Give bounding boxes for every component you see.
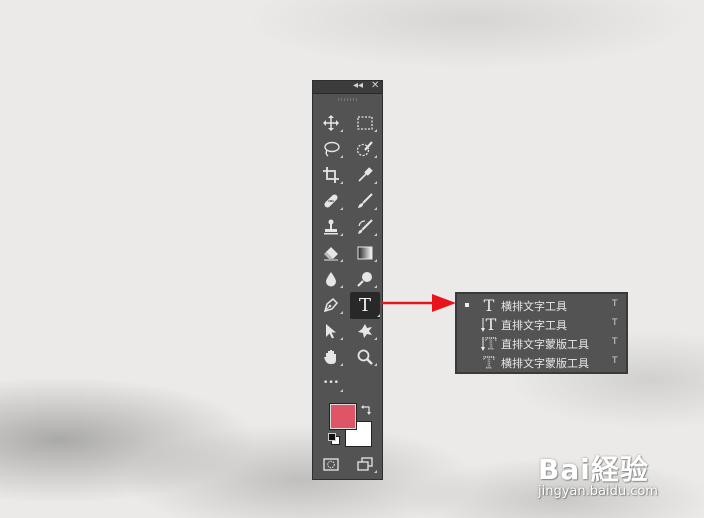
rect-marquee-icon [357, 116, 373, 130]
svg-text:T: T [486, 315, 497, 334]
swap-colors-icon[interactable] [360, 401, 372, 415]
zoom-tool[interactable] [353, 346, 377, 368]
screen-mode-tool[interactable] [353, 453, 377, 475]
eyedropper-icon [358, 167, 373, 182]
pen-tool[interactable] [319, 294, 343, 316]
selected-bullet [465, 303, 469, 307]
gradient-icon [357, 246, 373, 260]
svg-text:T: T [484, 296, 495, 315]
quick-mask-tool[interactable] [319, 453, 343, 475]
menu-item-shortcut: T [612, 337, 618, 347]
healing-tool[interactable] [319, 190, 343, 212]
dodge-icon [357, 272, 372, 287]
menu-item-label: 横排文字工具 [501, 300, 567, 313]
ellipsis-icon: ••• [323, 378, 339, 388]
menu-item-shortcut: T [612, 318, 618, 328]
bandage-icon [324, 194, 338, 208]
arrow-cursor-icon [326, 324, 336, 339]
history-brush-icon [358, 219, 373, 234]
menu-item-label: 横排文字蒙版工具 [501, 357, 589, 370]
panel-header[interactable]: ◂◂ ✕ [313, 80, 382, 94]
custom-shape-icon [358, 324, 372, 338]
baidu-jingyan-logo: Bai経验 [538, 453, 649, 486]
blur-tool[interactable] [319, 268, 343, 290]
menu-item-vertical-type[interactable]: T 直排文字工具 T [457, 315, 626, 334]
annotation-arrow [382, 294, 456, 312]
close-icon[interactable]: ✕ [371, 80, 379, 92]
svg-text:T: T [486, 334, 497, 353]
hand-icon [324, 350, 336, 364]
lasso-icon [324, 141, 340, 157]
screen-mode-icon [357, 457, 373, 471]
lasso-tool[interactable] [319, 138, 343, 160]
menu-item-horizontal-type[interactable]: T 横排文字工具 T [457, 296, 626, 315]
watermark-url: jingyan.baidu.com [538, 484, 658, 499]
menu-item-label: 直排文字蒙版工具 [501, 338, 589, 351]
panel-grip[interactable] [338, 98, 358, 101]
foreground-color-swatch[interactable] [329, 403, 357, 430]
type-icon: T [358, 294, 371, 316]
menu-item-vertical-type-mask[interactable]: T 直排文字蒙版工具 T [457, 334, 626, 353]
eraser-tool[interactable] [319, 242, 343, 264]
quick-select-icon [356, 141, 373, 157]
pen-icon [323, 297, 339, 313]
magnifier-icon [357, 349, 373, 365]
move-tool[interactable] [319, 112, 343, 134]
type-tool[interactable]: T [350, 292, 380, 319]
hand-tool[interactable] [319, 346, 343, 368]
menu-item-shortcut: T [612, 356, 618, 366]
gradient-tool[interactable] [353, 242, 377, 264]
type-tool-flyout-menu: T 横排文字工具 T T 直排文字工具 T T 直排文字蒙版工具 T T 横排文… [455, 292, 628, 374]
default-colors-icon[interactable] [328, 433, 340, 445]
quick-select-tool[interactable] [353, 138, 377, 160]
path-select-tool[interactable] [319, 320, 343, 342]
marquee-tool[interactable] [353, 112, 377, 134]
collapse-icon[interactable]: ◂◂ [353, 80, 363, 92]
horizontal-type-mask-icon: T [483, 353, 495, 372]
menu-item-horizontal-type-mask[interactable]: T 横排文字蒙版工具 T [457, 353, 626, 372]
eraser-icon [324, 247, 338, 261]
menu-item-shortcut: T [612, 299, 618, 309]
history-brush-tool[interactable] [353, 216, 377, 238]
tools-panel: ◂◂ ✕ T ••• [312, 80, 383, 480]
brush-icon [358, 193, 373, 208]
quick-mask-icon [323, 458, 339, 471]
stamp-tool[interactable] [319, 216, 343, 238]
more-tools[interactable]: ••• [319, 372, 343, 394]
svg-text:T: T [484, 353, 495, 372]
crop-tool[interactable] [319, 164, 343, 186]
move-icon [323, 115, 339, 131]
vertical-type-icon: T [481, 315, 497, 334]
shape-tool[interactable] [353, 320, 377, 342]
eyedropper-tool[interactable] [353, 164, 377, 186]
dodge-tool[interactable] [353, 268, 377, 290]
stamp-icon [324, 219, 338, 235]
horizontal-type-icon: T [484, 296, 495, 315]
brush-tool[interactable] [353, 190, 377, 212]
menu-item-label: 直排文字工具 [501, 319, 567, 332]
crop-icon [323, 167, 339, 183]
vertical-type-mask-icon: T [481, 334, 497, 353]
drop-icon [326, 272, 336, 287]
